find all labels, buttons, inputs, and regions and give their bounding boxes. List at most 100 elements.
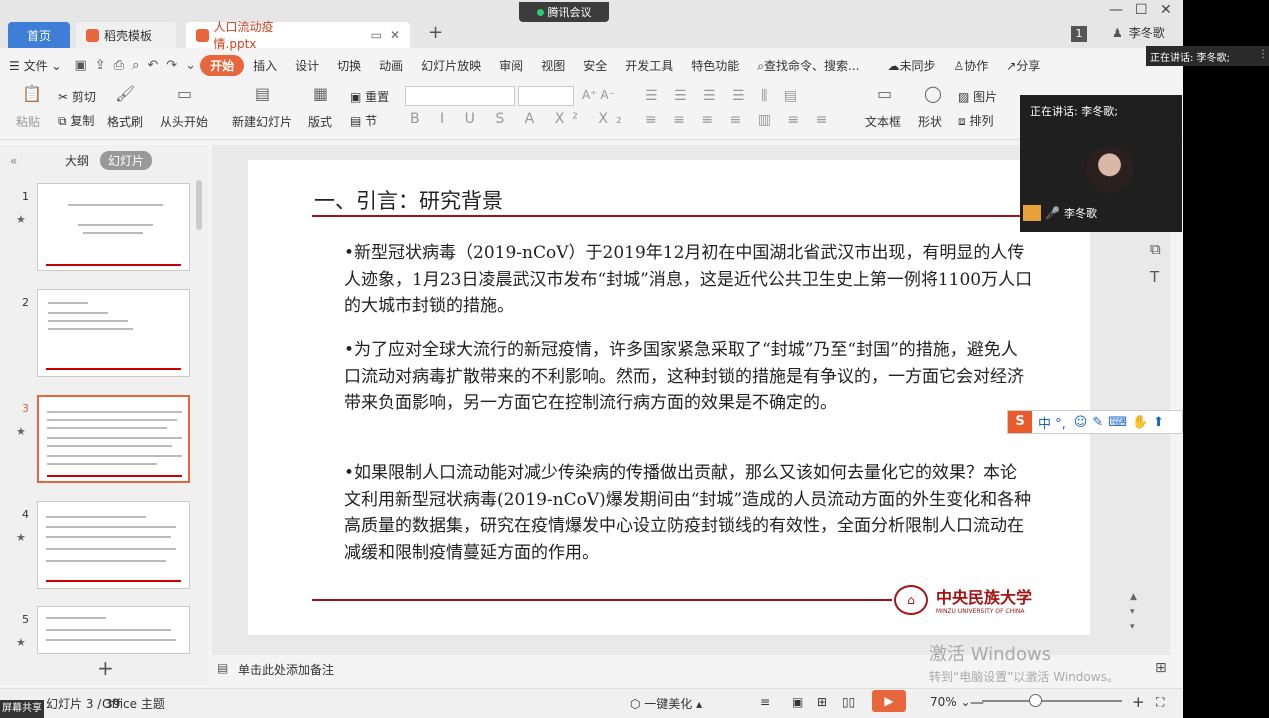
ime-toolbar[interactable]: S 中 °, ☺✎⌨✋⬆ — [1007, 410, 1183, 434]
slide-thumb-1[interactable] — [37, 183, 190, 271]
menu-home[interactable]: 开始 — [200, 54, 245, 76]
tab-close-icon[interactable]: ✕ — [390, 28, 400, 42]
zoom-select[interactable]: 70% ⌄ — [930, 695, 971, 709]
theme-name[interactable]: Office 主题 — [102, 695, 165, 712]
new-slide-label[interactable]: 新建幻灯片 — [232, 113, 292, 130]
slide-thumb-5[interactable] — [37, 606, 190, 654]
paste-label[interactable]: 粘贴 — [16, 113, 40, 130]
arrange-button[interactable]: ⧈ 排列 — [958, 112, 993, 129]
menu-slideshow[interactable]: 幻灯片放映 — [412, 57, 490, 74]
sorter-view-icon[interactable]: ⊞ — [817, 695, 827, 709]
font-size-grow-icon[interactable]: A⁺ A⁻ — [582, 88, 615, 102]
textbox-icon[interactable]: ▭ — [877, 84, 892, 103]
ime-mode[interactable]: 中 °, — [1038, 413, 1066, 432]
add-slide-icon[interactable]: + — [97, 656, 114, 680]
tab-slides[interactable]: 幻灯片 — [100, 151, 153, 170]
user-account[interactable]: ♟ 李冬歌 — [1112, 24, 1165, 41]
layout-label[interactable]: 版式 — [308, 113, 332, 130]
format-painter-label[interactable]: 格式刷 — [107, 113, 143, 130]
slide-thumb-2[interactable] — [37, 289, 190, 377]
slide-title[interactable]: 一、引言：研究背景 — [314, 185, 503, 215]
docer-icon — [86, 28, 99, 42]
paste-icon[interactable]: 📋 — [22, 84, 42, 103]
menu-view[interactable]: 视图 — [532, 57, 574, 74]
slide-thumb-4[interactable] — [37, 501, 190, 589]
beautify-button[interactable]: ⬡ 一键美化 ▴ — [630, 695, 702, 712]
minimize-icon[interactable]: — — [1109, 2, 1123, 18]
close-window-icon[interactable]: ✕ — [1160, 2, 1172, 18]
font-name-select[interactable] — [405, 86, 515, 106]
image-button[interactable]: ▨ 图片 — [958, 88, 997, 105]
reading-view-icon[interactable]: ▯▯ — [842, 695, 855, 709]
more-icon[interactable]: ⋮ — [1258, 49, 1268, 60]
bullet-1[interactable]: •新型冠状病毒（2019-nCoV）于2019年12月初在中国湖北省武汉市出现，… — [344, 240, 1034, 320]
list-icons[interactable]: ☰ ☰ ☰ ☰ ⫼ ▤ — [645, 88, 803, 104]
menu-developer[interactable]: 开发工具 — [616, 57, 682, 74]
layout-icon[interactable]: ▦ — [313, 84, 328, 103]
slideshow-play-button[interactable]: ▶ — [872, 690, 906, 712]
textbox-label[interactable]: 文本框 — [865, 113, 901, 130]
print-icon[interactable]: ⎙ — [110, 58, 128, 73]
export-icon[interactable]: ⇪ — [91, 58, 110, 73]
slide-canvas[interactable]: 一、引言：研究背景 •新型冠状病毒（2019-nCoV）于2019年12月初在中… — [248, 160, 1090, 635]
new-tab-icon[interactable]: + — [428, 22, 443, 43]
speaking-indicator: 正在讲话: 李冬歌; — [1030, 105, 1118, 118]
save-icon[interactable]: ▣ — [70, 58, 90, 73]
sync-status[interactable]: ☁未同步 — [878, 57, 944, 74]
collab-button[interactable]: ♙协作 — [944, 57, 997, 74]
collapse-panel-icon[interactable]: « — [10, 154, 17, 168]
text-format-icons[interactable]: B I U S A X² X₂ — [410, 111, 630, 127]
menu-review[interactable]: 审阅 — [490, 57, 532, 74]
menu-security[interactable]: 安全 — [574, 57, 616, 74]
command-search[interactable]: ⌕查找命令、搜索... — [748, 57, 868, 74]
menu-transition[interactable]: 切换 — [328, 57, 370, 74]
menu-features[interactable]: 特色功能 — [682, 57, 748, 74]
maximize-icon[interactable]: ☐ — [1135, 2, 1148, 18]
shape-label[interactable]: 形状 — [918, 113, 942, 130]
tab-document[interactable]: 人口流动疫情.pptx ▭ ✕ — [186, 20, 410, 51]
menu-design[interactable]: 设计 — [286, 57, 328, 74]
customize-icon[interactable]: ⌄ — [181, 58, 200, 73]
shape-icon[interactable]: ◯ — [924, 84, 942, 103]
undo-icon[interactable]: ↶ — [143, 58, 162, 73]
scroll-arrows[interactable]: ▲ ▾ ▾ — [1130, 590, 1137, 635]
format-painter-icon[interactable]: 🖌 — [115, 84, 135, 103]
bullet-3[interactable]: •如果限制人口流动能对减少传染病的传播做出贡献，那么又该如何去量化它的效果？本论… — [344, 460, 1034, 567]
menu-file[interactable]: ☰ 文件 ⌄ — [0, 57, 70, 74]
preview-icon[interactable]: ⌕ — [128, 58, 143, 73]
bullet-2[interactable]: •为了应对全球大流行的新冠疫情，许多国家紧急采取了“封城”乃至“封国”的措施，避… — [344, 337, 1034, 417]
tab-home[interactable]: 首页 — [8, 22, 70, 48]
menu-animation[interactable]: 动画 — [370, 57, 412, 74]
notes-toggle-icon[interactable]: ≡ — [760, 695, 770, 709]
section-button[interactable]: ▤ 节 — [350, 112, 377, 129]
zoom-in-icon[interactable]: + — [1132, 693, 1145, 711]
play-from-start-icon[interactable]: ▭ — [177, 84, 192, 103]
zoom-out-icon[interactable]: — — [970, 695, 984, 711]
meeting-indicator[interactable]: 腾讯会议 — [519, 2, 609, 22]
ime-tool-icons[interactable]: ☺✎⌨✋⬆ — [1074, 415, 1169, 430]
fit-window-icon[interactable]: ⛶ — [1156, 695, 1164, 710]
copy-format-icon[interactable]: ⧉ — [1150, 240, 1161, 258]
zoom-slider[interactable] — [982, 700, 1122, 702]
align-icons[interactable]: ≡ ≡ ≡ ≡ ▥ ≡ ≡ — [645, 112, 833, 128]
normal-view-icon[interactable]: ▣ — [792, 695, 803, 709]
tab-outline[interactable]: 大纲 — [65, 152, 89, 169]
tab-template[interactable]: 稻壳模板 — [76, 22, 176, 48]
share-button[interactable]: ↗分享 — [997, 57, 1049, 74]
zoom-slider-handle[interactable] — [1029, 694, 1042, 707]
tab-pin-icon[interactable]: ▭ — [371, 28, 382, 42]
redo-icon[interactable]: ↷ — [162, 58, 181, 73]
thumb-scrollbar[interactable] — [196, 180, 202, 230]
from-start-label[interactable]: 从头开始 — [160, 113, 208, 130]
window-count-badge[interactable]: 1 — [1071, 26, 1087, 42]
copy-button[interactable]: ⧉ 复制 — [58, 112, 94, 129]
font-size-select[interactable] — [518, 86, 574, 106]
reset-button[interactable]: ▣ 重置 — [350, 88, 389, 105]
text-tool-icon[interactable]: T — [1150, 268, 1161, 286]
menu-insert[interactable]: 插入 — [244, 57, 286, 74]
new-slide-icon[interactable]: ▤ — [255, 84, 270, 103]
cut-button[interactable]: ✂ 剪切 — [58, 88, 96, 105]
grid-view-icon[interactable]: ⊞ — [1155, 660, 1167, 676]
slide-thumb-3[interactable] — [37, 395, 190, 483]
tab-template-label: 稻壳模板 — [104, 28, 153, 43]
